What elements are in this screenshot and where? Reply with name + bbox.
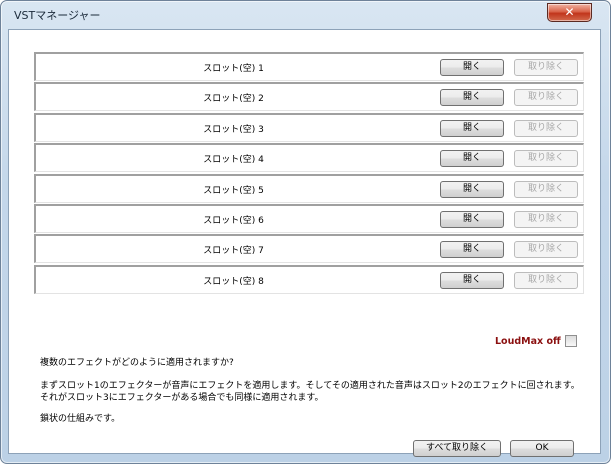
slot-remove-button[interactable]: 取り除く xyxy=(514,211,578,228)
slot-row-7: スロット(空) 7 開く 取り除く xyxy=(34,234,584,264)
title-bar[interactable]: VSTマネージャー ✕ xyxy=(1,1,610,30)
slot-row-3: スロット(空) 3 開く 取り除く xyxy=(34,112,584,142)
slot-remove-button[interactable]: 取り除く xyxy=(514,59,578,76)
slot-label: スロット(空) 1 xyxy=(203,64,264,74)
description-line-2: それがスロット3にエフェクターがある場合でも同様に適用されます。 xyxy=(40,393,324,403)
slot-label: スロット(空) 7 xyxy=(203,246,264,257)
loudmax-checkbox[interactable] xyxy=(565,335,577,347)
question-text: 複数のエフェクトがどのように適用されますか? xyxy=(40,358,234,368)
slot-row-8: スロット(空) 8 開く 取り除く xyxy=(34,264,584,294)
slot-label: スロット(空) 4 xyxy=(203,155,264,166)
slot-open-button[interactable]: 開く xyxy=(440,89,504,107)
slot-label: スロット(空) 2 xyxy=(203,94,264,105)
slot-row-6: スロット(空) 6 開く 取り除く xyxy=(34,204,584,233)
slot-remove-button[interactable]: 取り除く xyxy=(514,180,578,198)
remove-all-button[interactable]: すべて取り除く xyxy=(413,440,501,457)
slot-row-2: スロット(空) 2 開く 取り除く xyxy=(34,82,584,112)
loudmax-label: LoudMax off xyxy=(495,336,561,347)
slot-remove-button[interactable]: 取り除く xyxy=(514,119,578,137)
dialog-client-area: スロット(空) 1 開く 取り除く スロット(空) 2 開く 取り除く スロット(空) 3開… xyxy=(8,29,601,457)
slot-remove-button[interactable]: 取り除く xyxy=(514,150,578,168)
slot-label: スロット(空) 8 xyxy=(203,276,264,287)
close-button[interactable]: ✕ xyxy=(547,3,592,22)
slot-open-button[interactable]: 開く xyxy=(440,241,504,259)
close-icon: ✕ xyxy=(564,5,575,19)
slot-remove-button[interactable]: 取り除く xyxy=(514,89,578,107)
slot-open-button[interactable]: 開く xyxy=(440,271,504,289)
window-title: VSTマネージャー xyxy=(14,9,101,22)
slot-label: スロット(空) 5 xyxy=(203,185,264,196)
slot-remove-button[interactable]: 取り除く xyxy=(514,271,578,289)
ok-button[interactable]: OK xyxy=(510,440,574,457)
slot-remove-button[interactable]: 取り除く xyxy=(514,241,578,259)
slot-open-button[interactable]: 開く xyxy=(440,150,504,168)
slot-open-button[interactable]: 開く xyxy=(440,119,504,137)
slot-label: スロット(空) 3 xyxy=(203,124,264,135)
slot-open-button[interactable]: 開く xyxy=(440,180,504,198)
slot-open-button[interactable]: 開く xyxy=(440,211,504,228)
slot-row-4: スロット(空) 4 開く 取り除く xyxy=(34,143,584,173)
slot-row-5: スロット(空) 5 開く 取り除く xyxy=(34,173,584,203)
slot-row-1: スロット(空) 1 開く 取り除く xyxy=(34,52,584,81)
slot-open-button[interactable]: 開く xyxy=(440,59,504,76)
slot-label: スロット(空) 6 xyxy=(203,216,264,226)
description-line-3: 鎖状の仕組みです。 xyxy=(40,414,121,424)
